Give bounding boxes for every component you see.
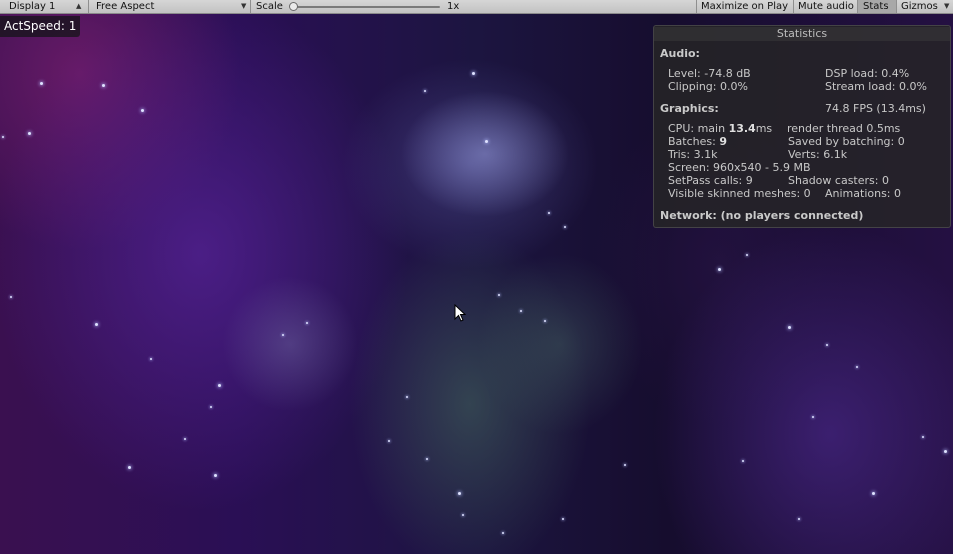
graphics-render-thread: render thread 0.5ms xyxy=(787,122,901,135)
star xyxy=(856,366,858,368)
batches-value: 9 xyxy=(719,135,727,148)
star xyxy=(564,226,566,228)
stats-toggle-label: Stats xyxy=(863,1,889,12)
star xyxy=(788,326,791,329)
star xyxy=(718,268,721,271)
star xyxy=(562,518,564,520)
star xyxy=(502,532,504,534)
star xyxy=(40,82,43,85)
toolbar-divider xyxy=(696,0,697,13)
star xyxy=(214,474,217,477)
star xyxy=(746,254,748,256)
graphics-screen: Screen: 960x540 - 5.9 MB xyxy=(668,161,811,174)
star xyxy=(406,396,408,398)
star xyxy=(426,458,428,460)
star xyxy=(742,460,744,462)
graphics-fps: 74.8 FPS (13.4ms) xyxy=(825,102,926,115)
network-header: Network: (no players connected) xyxy=(660,209,864,222)
star xyxy=(812,416,814,418)
maximize-on-play-toggle[interactable]: Maximize on Play xyxy=(701,0,788,13)
graphics-setpass: SetPass calls: 9 xyxy=(668,174,753,187)
display-dropdown[interactable]: Display 1 xyxy=(9,0,55,13)
star xyxy=(520,310,522,312)
star xyxy=(485,140,488,143)
toolbar-divider xyxy=(793,0,794,13)
toolbar-divider xyxy=(88,0,89,13)
star xyxy=(150,358,152,360)
batches-prefix: Batches: xyxy=(668,135,720,148)
graphics-skinned-meshes: Visible skinned meshes: 0 xyxy=(668,187,811,200)
graphics-header: Graphics: xyxy=(660,102,719,115)
game-view-toolbar: Display 1 ▲ Free Aspect ▼ Scale 1x Maxim… xyxy=(0,0,953,14)
star xyxy=(95,323,98,326)
star xyxy=(102,84,105,87)
star xyxy=(826,344,828,346)
star xyxy=(2,136,4,138)
star xyxy=(458,492,461,495)
star xyxy=(10,296,12,298)
updown-arrows-icon: ▲ xyxy=(76,2,82,10)
audio-level: Level: -74.8 dB xyxy=(668,67,751,80)
graphics-tris: Tris: 3.1k xyxy=(668,148,718,161)
star xyxy=(388,440,390,442)
graphics-animations: Animations: 0 xyxy=(825,187,902,200)
star xyxy=(498,294,500,296)
star xyxy=(128,466,131,469)
toolbar-divider xyxy=(896,0,897,13)
graphics-saved-by-batching: Saved by batching: 0 xyxy=(788,135,905,148)
star xyxy=(544,320,546,322)
gizmos-dropdown[interactable]: Gizmos xyxy=(901,0,938,13)
star xyxy=(462,514,464,516)
star xyxy=(28,132,31,135)
scale-label: Scale xyxy=(256,1,283,12)
star xyxy=(472,72,475,75)
cpu-main-value: 13.4 xyxy=(728,122,756,135)
cpu-prefix: CPU: main xyxy=(668,122,729,135)
star xyxy=(184,438,186,440)
aspect-dropdown[interactable]: Free Aspect xyxy=(96,0,154,13)
star xyxy=(218,384,221,387)
down-arrow-icon: ▼ xyxy=(241,2,247,10)
aspect-dropdown-label: Free Aspect xyxy=(96,1,155,12)
star xyxy=(282,334,284,336)
scale-value: 1x xyxy=(447,1,460,12)
down-arrow-icon: ▼ xyxy=(944,2,950,10)
statistics-panel: Statistics Audio: Level: -74.8 dB DSP lo… xyxy=(653,25,951,228)
cpu-suffix: ms xyxy=(755,122,773,135)
mouse-pointer-icon xyxy=(454,304,466,322)
audio-stream-load: Stream load: 0.0% xyxy=(825,80,927,93)
display-dropdown-label: Display 1 xyxy=(9,1,56,12)
audio-header: Audio: xyxy=(660,47,700,60)
star xyxy=(798,518,800,520)
statistics-title: Statistics xyxy=(654,27,950,41)
scale-slider-track[interactable] xyxy=(294,6,440,8)
stats-toggle[interactable]: Stats xyxy=(858,0,896,13)
mute-audio-toggle[interactable]: Mute audio xyxy=(798,0,854,13)
graphics-batches: Batches: 9 xyxy=(668,135,727,148)
graphics-verts: Verts: 6.1k xyxy=(788,148,848,161)
scale-slider-thumb[interactable] xyxy=(289,2,298,11)
graphics-cpu: CPU: main 13.4ms xyxy=(668,122,772,135)
star xyxy=(141,109,144,112)
audio-clipping: Clipping: 0.0% xyxy=(668,80,748,93)
star xyxy=(872,492,875,495)
graphics-shadow-casters: Shadow casters: 0 xyxy=(788,174,889,187)
gizmos-dropdown-label: Gizmos xyxy=(901,1,938,12)
star xyxy=(210,406,212,408)
mute-audio-label: Mute audio xyxy=(798,1,854,12)
toolbar-divider xyxy=(250,0,251,13)
star xyxy=(548,212,550,214)
audio-dsp-load: DSP load: 0.4% xyxy=(825,67,910,80)
maximize-on-play-label: Maximize on Play xyxy=(701,1,789,12)
unity-game-window: Display 1 ▲ Free Aspect ▼ Scale 1x Maxim… xyxy=(0,0,953,554)
actspeed-label: ActSpeed: 1 xyxy=(0,16,81,37)
star xyxy=(624,464,626,466)
star xyxy=(306,322,308,324)
star xyxy=(922,436,924,438)
star xyxy=(944,450,947,453)
star xyxy=(424,90,426,92)
